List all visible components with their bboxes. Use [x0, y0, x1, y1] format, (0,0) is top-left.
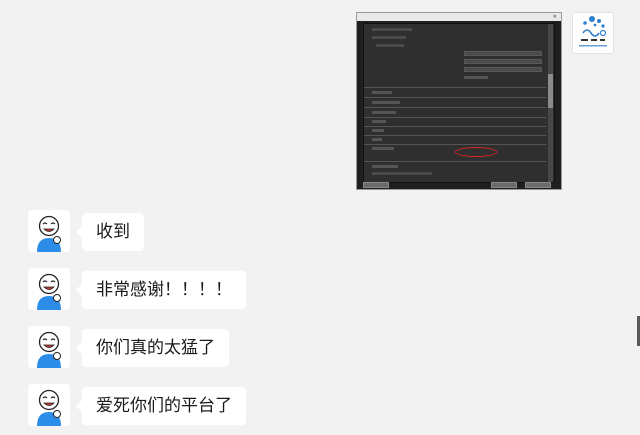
divider [364, 97, 546, 98]
dots-logo-avatar-icon [579, 16, 607, 47]
contact-avatar[interactable] [28, 210, 70, 252]
setting-field [464, 67, 542, 72]
message-bubble[interactable]: 你们真的太猛了 [76, 329, 229, 367]
scrollbar-thumb [548, 74, 553, 108]
tree-row [464, 76, 488, 79]
tree-row [376, 44, 404, 47]
tree-row [372, 91, 392, 94]
screenshot-title-bar: ✕ [357, 13, 561, 21]
message-bubble[interactable]: 非常感谢！！！！ [76, 271, 246, 309]
screenshot-ok-button [491, 182, 517, 188]
divider [364, 161, 546, 162]
message-row: 收到 [28, 210, 328, 256]
screenshot-button-row [363, 182, 553, 189]
red-annotation-oval [455, 147, 497, 157]
divider [364, 87, 546, 88]
smiling-figure-avatar-icon [28, 268, 70, 310]
tree-row [372, 36, 406, 39]
divider [364, 135, 546, 136]
setting-field [464, 51, 542, 56]
own-avatar[interactable] [572, 12, 614, 54]
tree-row [372, 111, 396, 114]
sent-screenshot-image[interactable]: ✕ [356, 12, 562, 190]
divider [364, 126, 546, 127]
tree-row [372, 138, 382, 141]
message-bubble[interactable]: 爱死你们的平台了 [76, 387, 246, 425]
close-icon: ✕ [552, 14, 557, 20]
tree-row [372, 165, 398, 168]
smiling-figure-avatar-icon [28, 210, 70, 252]
message-bubble[interactable]: 收到 [76, 213, 144, 251]
tree-row [372, 172, 432, 175]
tree-row [372, 28, 412, 31]
tree-row [372, 129, 384, 132]
setting-field [464, 59, 542, 64]
tree-row [372, 147, 394, 150]
smiling-figure-avatar-icon [28, 326, 70, 368]
screenshot-left-button [363, 182, 389, 188]
message-row: 非常感谢！！！！ [28, 268, 328, 314]
divider [364, 107, 546, 108]
divider [364, 144, 546, 145]
screenshot-cancel-button [525, 182, 551, 188]
tree-row [372, 101, 400, 104]
smiling-figure-avatar-icon [28, 384, 70, 426]
contact-avatar[interactable] [28, 326, 70, 368]
tree-row [372, 120, 386, 123]
divider [364, 117, 546, 118]
contact-avatar[interactable] [28, 268, 70, 310]
contact-avatar[interactable] [28, 384, 70, 426]
message-row: 爱死你们的平台了 [28, 384, 328, 430]
screenshot-settings-panel [363, 23, 555, 183]
message-row: 你们真的太猛了 [28, 326, 328, 372]
